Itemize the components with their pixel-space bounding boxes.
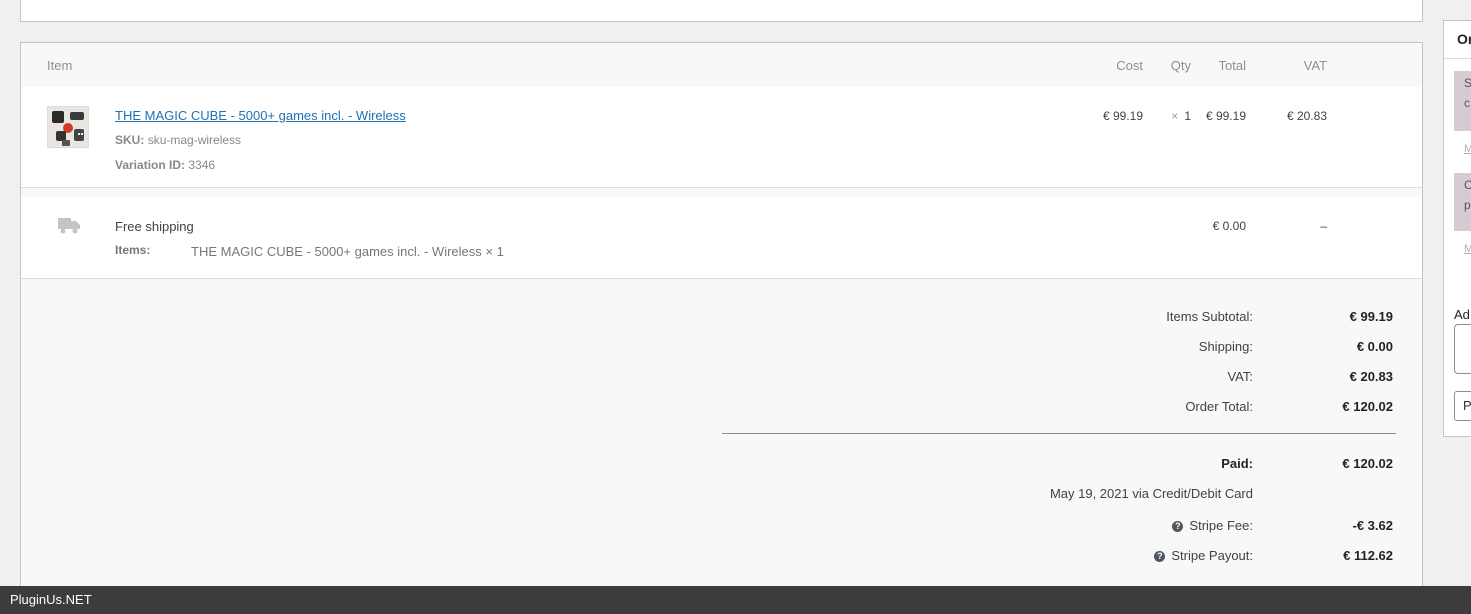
variation-value: 3346 (188, 158, 216, 172)
product-thumbnail[interactable] (47, 106, 89, 148)
product-thumbnail-image (48, 107, 88, 147)
product-total: € 99.19 (1205, 109, 1246, 123)
stripe-payout-label: ? Stripe Payout: (1154, 548, 1253, 563)
order-items-panel: Item Cost Qty Total VAT THE MAGIC CUBE -… (20, 42, 1423, 602)
truck-icon (58, 218, 80, 234)
note-meta-link[interactable]: M (1464, 243, 1471, 255)
sku-label: SKU: (115, 133, 145, 147)
product-cost: € 99.19 (1102, 109, 1143, 123)
shipping-items-label: Items: (115, 243, 151, 257)
header-item[interactable]: Item (47, 58, 72, 73)
totals-divider (722, 433, 1396, 434)
note-text: C (1464, 178, 1471, 192)
note-type-select[interactable]: P (1454, 391, 1471, 421)
product-variation: Variation ID: 3346 (115, 158, 215, 172)
paid-value: € 120.02 (1342, 456, 1393, 471)
vat-total-label: VAT: (1227, 369, 1253, 384)
add-note-textarea[interactable] (1454, 324, 1471, 374)
product-qty: × 1 (1171, 109, 1191, 123)
shipping-total-label: Shipping: (1198, 339, 1253, 354)
order-total-label: Order Total: (1185, 399, 1253, 414)
stripe-payout-label-text: Stripe Payout: (1171, 548, 1253, 563)
order-notes-panel: Or S c M C p M Ad P (1443, 20, 1471, 437)
items-table-header: Item Cost Qty Total VAT (21, 43, 1422, 87)
stripe-fee-value: -€ 3.62 (1352, 518, 1393, 533)
order-totals: Items Subtotal: € 99.19 Shipping: € 0.00… (21, 279, 1422, 599)
table-row-shipping: Free shipping Items: THE MAGIC CUBE - 50… (21, 197, 1422, 279)
order-notes-title: Or (1457, 31, 1471, 47)
header-vat[interactable]: VAT (1304, 58, 1327, 73)
header-total[interactable]: Total (1219, 58, 1246, 73)
panel-header-divider (1444, 58, 1471, 59)
previous-panel (20, 0, 1423, 22)
note-meta-link[interactable]: M (1464, 143, 1471, 155)
paid-label: Paid: (1221, 456, 1253, 471)
variation-label: Variation ID: (115, 158, 186, 172)
shipping-vat: – (1320, 219, 1327, 233)
note-text: p (1464, 198, 1471, 212)
note-text: S (1464, 76, 1471, 90)
shipping-method-name: Free shipping (115, 219, 194, 234)
product-vat: € 20.83 (1286, 109, 1327, 123)
qty-times-symbol: × (1171, 109, 1179, 123)
footer-watermark: PluginUs.NET (10, 592, 92, 607)
add-note-label: Ad (1454, 307, 1470, 322)
help-icon[interactable]: ? (1172, 521, 1184, 532)
footer-bar: PluginUs.NET (0, 586, 1471, 614)
product-sku: SKU: sku-mag-wireless (115, 133, 241, 147)
sku-value: sku-mag-wireless (147, 133, 242, 147)
help-icon[interactable]: ? (1154, 551, 1166, 562)
subtotal-label: Items Subtotal: (1166, 309, 1253, 324)
order-total-value: € 120.02 (1342, 399, 1393, 414)
shipping-total: € 0.00 (1212, 219, 1246, 233)
order-note: C p (1454, 173, 1471, 231)
stripe-fee-label-text: Stripe Fee: (1189, 518, 1253, 533)
header-cost[interactable]: Cost (1116, 58, 1143, 73)
note-text: c (1464, 96, 1470, 110)
shipping-total-value: € 0.00 (1356, 339, 1393, 354)
paid-date: May 19, 2021 via Credit/Debit Card (1049, 486, 1253, 501)
header-qty[interactable]: Qty (1171, 58, 1191, 73)
qty-value: 1 (1184, 109, 1191, 123)
table-row-product: THE MAGIC CUBE - 5000+ games incl. - Wir… (21, 87, 1422, 188)
vat-total-value: € 20.83 (1349, 369, 1393, 384)
stripe-payout-value: € 112.62 (1343, 548, 1393, 563)
product-link[interactable]: THE MAGIC CUBE - 5000+ games incl. - Wir… (115, 108, 406, 123)
subtotal-value: € 99.19 (1349, 309, 1393, 324)
order-note: S c (1454, 71, 1471, 131)
stripe-fee-label: ? Stripe Fee: (1172, 518, 1253, 533)
shipping-items-value: THE MAGIC CUBE - 5000+ games incl. - Wir… (191, 244, 504, 259)
